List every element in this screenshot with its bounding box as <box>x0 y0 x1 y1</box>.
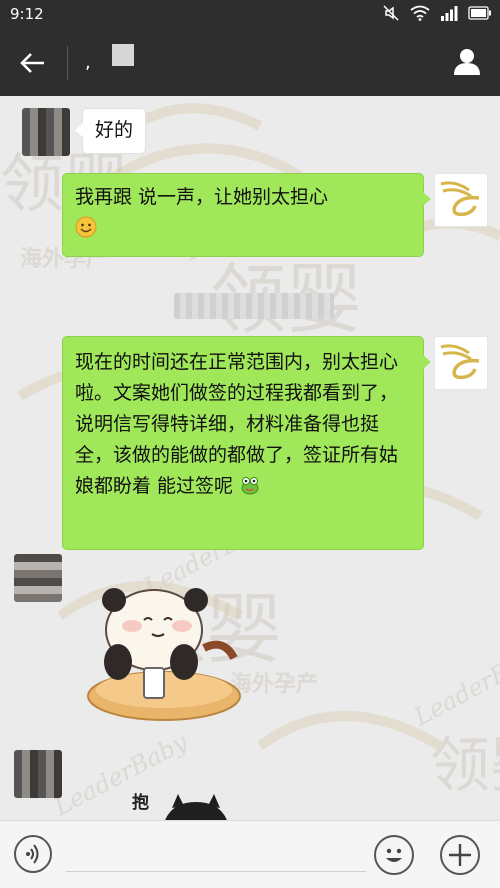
status-bar: 9:12 <box>0 0 500 28</box>
watermark-brand-en: LeaderBaby <box>409 638 500 732</box>
wifi-icon <box>410 5 430 21</box>
brand-logo-icon <box>440 344 480 380</box>
chat-area[interactable]: 领婴 领婴 领婴 领婴 LeaderBaby LeaderBaby Leader… <box>0 96 500 820</box>
nav-divider <box>67 46 68 80</box>
emoji-icon[interactable] <box>374 835 414 875</box>
status-time: 9:12 <box>10 5 44 23</box>
contact-avatar[interactable] <box>14 554 62 602</box>
profile-icon[interactable] <box>452 46 482 76</box>
voice-icon[interactable] <box>14 835 52 873</box>
battery-icon <box>468 6 492 20</box>
back-arrow-icon[interactable] <box>18 48 48 78</box>
brand-logo-icon <box>440 181 480 217</box>
chat-title: , <box>85 52 91 73</box>
message-input[interactable] <box>66 871 366 872</box>
signal-icon <box>440 5 458 21</box>
input-bar <box>0 820 500 888</box>
message-text: 我再跟 说一声，让她别太担心 <box>75 186 329 208</box>
status-icons <box>382 4 492 22</box>
panda-phone-sticker[interactable] <box>84 578 244 730</box>
plus-icon[interactable] <box>440 835 480 875</box>
message-bubble-right[interactable]: 现在的时间还在正常范围内，别太担心啦。文案她们做签的过程我都看到了，说明信写得特… <box>62 336 431 550</box>
frog-emoji <box>239 474 261 496</box>
contact-avatar[interactable] <box>14 750 62 798</box>
my-avatar[interactable] <box>434 336 488 390</box>
contact-avatar[interactable] <box>22 108 70 156</box>
message-bubble-left[interactable]: 好的 <box>74 108 147 154</box>
message-text: 现在的时间还在正常范围内，别太担心啦。文案她们做签的过程我都看到了，说明信写得特… <box>75 351 399 497</box>
my-avatar[interactable] <box>434 173 488 227</box>
timestamp-divider <box>174 293 334 319</box>
watermark-brand-cn: 领婴 <box>430 731 500 801</box>
redacted-name-block <box>112 44 134 66</box>
message-bubble-right[interactable]: 我再跟 说一声，让她别太担心 <box>62 173 431 257</box>
mute-icon <box>382 4 400 22</box>
message-text: 好的 <box>95 119 134 141</box>
chat-header: , <box>0 28 500 96</box>
smile-emoji <box>75 216 97 238</box>
